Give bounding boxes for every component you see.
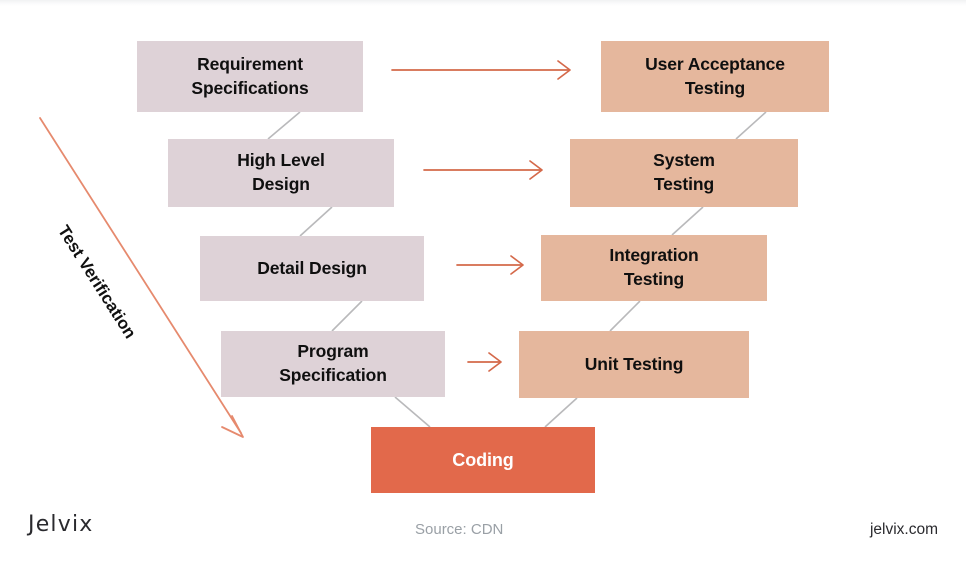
node-label: High Level Design (237, 150, 325, 194)
node-label: User Acceptance Testing (645, 53, 785, 98)
node-program-specification[interactable]: Program Specification (221, 331, 445, 397)
arrow-ps-to-unit (467, 352, 502, 372)
node-label: Program Specification (279, 341, 387, 385)
connector-ps-to-coding (394, 396, 431, 428)
node-requirement-specifications[interactable]: Requirement Specifications (137, 41, 363, 112)
test-verification-label: Test Verification (53, 222, 140, 342)
jelvix-logo: Jelvix (28, 512, 94, 537)
node-label: Detail Design (257, 257, 367, 278)
top-edge-band (0, 0, 966, 6)
connector-system-to-uat (735, 111, 767, 140)
node-system-testing[interactable]: System Testing (570, 139, 798, 207)
node-unit-testing[interactable]: Unit Testing (519, 331, 749, 398)
node-label: Integration Testing (609, 245, 699, 289)
node-label: System Testing (653, 150, 715, 194)
connector-hld-to-dd (299, 206, 333, 237)
connector-req-to-hld (267, 111, 301, 140)
connector-unit-to-integration (609, 300, 641, 332)
validation-arrows (391, 60, 571, 372)
node-user-acceptance-testing[interactable]: User Acceptance Testing (601, 41, 829, 112)
source-value: CDN (470, 521, 504, 538)
node-coding[interactable]: Coding (371, 427, 595, 493)
source-label: Source: (415, 521, 467, 538)
node-integration-testing[interactable]: Integration Testing (541, 235, 767, 301)
connector-coding-to-unit (544, 397, 578, 428)
node-high-level-design[interactable]: High Level Design (168, 139, 394, 207)
connector-dd-to-ps (331, 300, 363, 332)
arrow-hld-to-system (423, 160, 543, 180)
node-label: Unit Testing (584, 353, 684, 374)
source-caption: Source: CDN (415, 521, 503, 538)
arrow-req-to-uat (391, 60, 571, 80)
diagram-canvas: Requirement Specifications High Level De… (0, 0, 966, 568)
node-label: Coding (452, 449, 514, 470)
node-label: Requirement Specifications (191, 53, 309, 98)
website-link[interactable]: jelvix.com (870, 521, 938, 539)
node-detail-design[interactable]: Detail Design (200, 236, 424, 301)
connector-integration-to-system (671, 206, 704, 236)
arrow-dd-to-integration (456, 255, 524, 275)
